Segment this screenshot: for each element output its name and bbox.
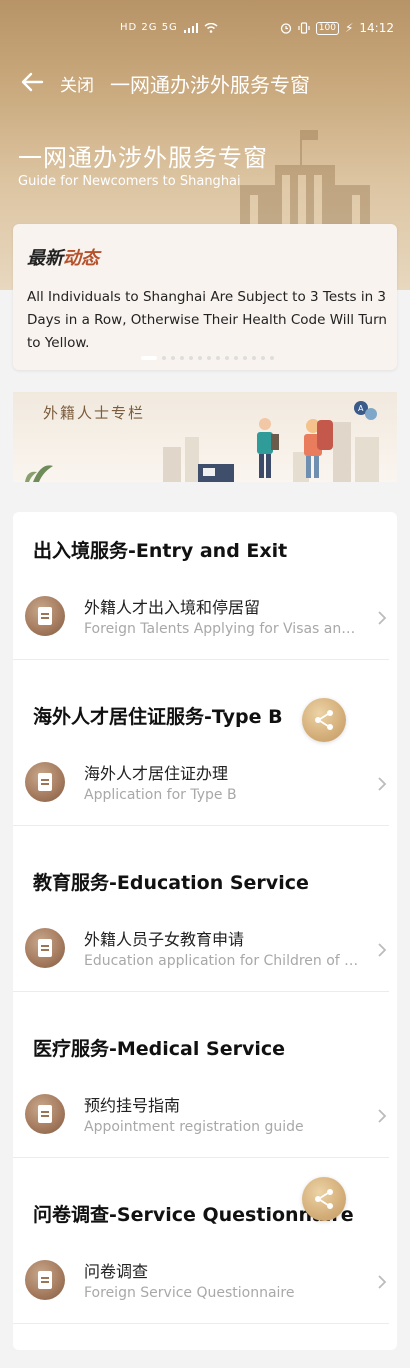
news-item-text[interactable]: All Individuals to Shanghai Are Subject …: [27, 286, 389, 355]
service-item-title: 外籍人员子女教育申请: [84, 930, 245, 949]
services-list: 出入境服务-Entry and Exit 外籍人才出入境和停居留 Foreign…: [13, 512, 397, 1350]
divider: [13, 659, 389, 660]
service-item-subtitle: Foreign Talents Applying for Visas and R…: [84, 621, 359, 637]
news-heading-main: 最新: [27, 248, 63, 269]
chevron-right-icon: [378, 1275, 387, 1289]
service-item-title: 外籍人才出入境和停居留: [84, 598, 261, 617]
share-icon: [315, 710, 333, 730]
vibrate-icon: [298, 22, 310, 34]
carousel-dot-active: [141, 356, 157, 360]
carousel-dot: [234, 356, 238, 360]
divider: [13, 825, 389, 826]
section-title-education: 教育服务-Education Service: [33, 872, 309, 894]
carousel-dot: [198, 356, 202, 360]
share-button[interactable]: [302, 698, 346, 742]
document-icon: [25, 1260, 65, 1300]
carousel-dot: [243, 356, 247, 360]
carousel-dot: [216, 356, 220, 360]
service-item-subtitle: Education application for Children of Fo…: [84, 953, 359, 969]
divider: [13, 991, 389, 992]
charging-icon: ⚡: [344, 21, 354, 35]
battery-icon: 100: [315, 21, 339, 35]
wifi-icon: [204, 22, 218, 33]
status-right: 100 ⚡ 14:12: [280, 21, 394, 35]
status-bar: HD 2G 5G 100 ⚡ 14:12: [0, 0, 410, 50]
hero-title: 一网通办涉外服务专窗: [18, 144, 268, 172]
hero-subtitle: Guide for Newcomers to Shanghai: [18, 174, 241, 189]
news-carousel[interactable]: 最新动态 All Individuals to Shanghai Are Sub…: [13, 224, 397, 370]
signal-text: HD 2G 5G: [120, 22, 178, 33]
alarm-icon: [280, 23, 291, 34]
carousel-dot: [207, 356, 211, 360]
service-item-education[interactable]: 外籍人员子女教育申请 Education application for Chi…: [13, 918, 397, 992]
divider: [13, 1157, 389, 1158]
carousel-dot: [261, 356, 265, 360]
nav-title: 一网通办涉外服务专窗: [110, 73, 310, 97]
chevron-right-icon: [378, 1109, 387, 1123]
service-item-appointment[interactable]: 预约挂号指南 Appointment registration guide: [13, 1084, 397, 1158]
carousel-indicator: [141, 356, 274, 360]
signal-indicators: HD 2G 5G: [120, 22, 218, 33]
service-item-subtitle: Appointment registration guide: [84, 1119, 304, 1135]
chevron-right-icon: [378, 611, 387, 625]
service-item-title: 海外人才居住证办理: [84, 764, 229, 783]
news-heading: 最新动态: [27, 244, 99, 270]
share-icon: [315, 1189, 333, 1209]
foreigners-column-banner[interactable]: A 外籍人士专栏: [13, 392, 397, 482]
service-item-title: 问卷调查: [84, 1262, 149, 1281]
carousel-dot: [171, 356, 175, 360]
service-item-type-b[interactable]: 海外人才居住证办理 Application for Type B: [13, 752, 397, 826]
document-icon: [25, 596, 65, 636]
carousel-dot: [225, 356, 229, 360]
news-heading-accent: 动态: [63, 248, 99, 269]
close-button[interactable]: 关闭: [60, 71, 94, 96]
share-button[interactable]: [302, 1177, 346, 1221]
carousel-dot: [270, 356, 274, 360]
service-item-visa[interactable]: 外籍人才出入境和停居留 Foreign Talents Applying for…: [13, 586, 397, 660]
clock: 14:12: [359, 21, 394, 35]
service-item-subtitle: Foreign Service Questionnaire: [84, 1285, 295, 1301]
service-item-questionnaire[interactable]: 问卷调查 Foreign Service Questionnaire: [13, 1250, 397, 1324]
carousel-dot: [189, 356, 193, 360]
section-title-medical: 医疗服务-Medical Service: [33, 1038, 285, 1060]
banner-label: 外籍人士专栏: [43, 404, 146, 422]
document-icon: [25, 1094, 65, 1134]
chevron-right-icon: [378, 777, 387, 791]
svg-text:A: A: [358, 404, 364, 413]
divider: [13, 1323, 389, 1324]
document-icon: [25, 928, 65, 968]
carousel-dot: [162, 356, 166, 360]
nav-bar: 关闭 一网通办涉外服务专窗: [0, 60, 410, 104]
back-arrow-icon[interactable]: [18, 68, 46, 96]
chevron-right-icon: [378, 943, 387, 957]
signal-icon: [183, 22, 198, 33]
service-item-title: 预约挂号指南: [84, 1096, 181, 1115]
carousel-dot: [180, 356, 184, 360]
carousel-dot: [252, 356, 256, 360]
section-title-entry-exit: 出入境服务-Entry and Exit: [33, 540, 288, 562]
service-item-subtitle: Application for Type B: [84, 787, 237, 803]
document-icon: [25, 762, 65, 802]
section-title-type-b: 海外人才居住证服务-Type B: [33, 706, 283, 728]
